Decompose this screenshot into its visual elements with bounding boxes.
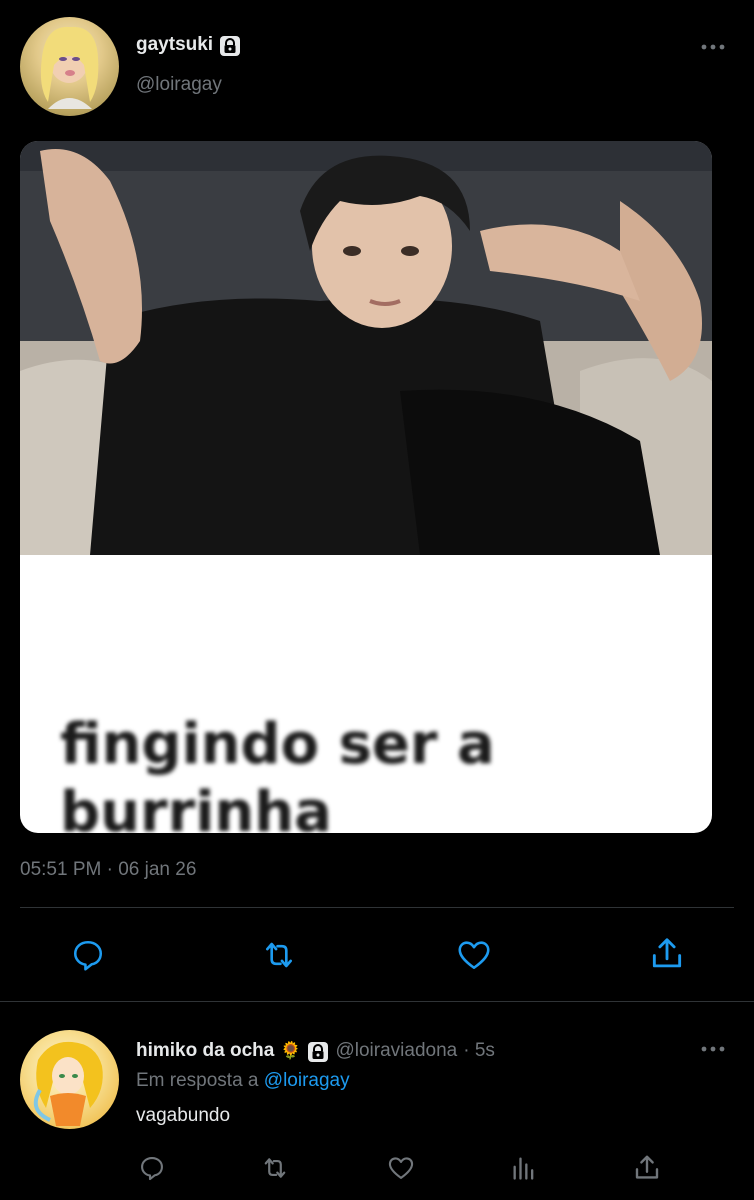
author-handle[interactable]: @loiragay: [136, 74, 222, 96]
tweet-timestamp[interactable]: 05:51 PM · 06 jan 26: [20, 859, 196, 881]
retweet-icon[interactable]: [260, 937, 298, 973]
reply-like-icon[interactable]: [386, 1154, 416, 1182]
reply-share-icon[interactable]: [632, 1153, 662, 1183]
replying-to-handle[interactable]: @loiragay: [264, 1070, 350, 1091]
caption-line: burrinha: [60, 780, 332, 833]
lock-icon: [307, 1041, 329, 1062]
share-icon[interactable]: [648, 935, 686, 973]
replying-to-prefix: Em resposta a: [136, 1070, 259, 1091]
caption-line: fingindo ser a: [60, 712, 495, 777]
divider: [0, 1001, 754, 1002]
reply-reply-icon[interactable]: [138, 1154, 166, 1182]
reply-time[interactable]: · 5s: [463, 1040, 495, 1062]
like-icon[interactable]: [455, 937, 493, 973]
doll-avatar-image: [40, 26, 99, 109]
reply-handle[interactable]: @loiraviadona: [335, 1040, 457, 1062]
more-options-icon[interactable]: [700, 42, 726, 52]
lock-icon: [219, 35, 241, 56]
reply-more-options-icon[interactable]: [700, 1044, 726, 1054]
author-display-name[interactable]: gaytsuki: [136, 34, 213, 56]
sunflower-emoji: 🌻: [280, 1041, 302, 1060]
author-avatar[interactable]: [20, 17, 119, 116]
replying-to-line: Em resposta a @loiragay: [136, 1070, 350, 1092]
reply-retweet-icon[interactable]: [260, 1154, 290, 1182]
meme-caption: fingindo ser a burrinha inocente: [60, 711, 700, 833]
tweet-media-image[interactable]: fingindo ser a burrinha inocente: [20, 141, 712, 833]
views-icon[interactable]: [510, 1154, 538, 1182]
reply-author-avatar[interactable]: [20, 1030, 119, 1129]
meme-photo: [20, 141, 712, 555]
fairy-avatar-image: [33, 1041, 103, 1126]
reply-display-name[interactable]: himiko da ocha: [136, 1040, 274, 1062]
divider: [20, 907, 734, 908]
reply-icon[interactable]: [70, 937, 106, 973]
reply-text: vagabundo: [136, 1105, 231, 1126]
